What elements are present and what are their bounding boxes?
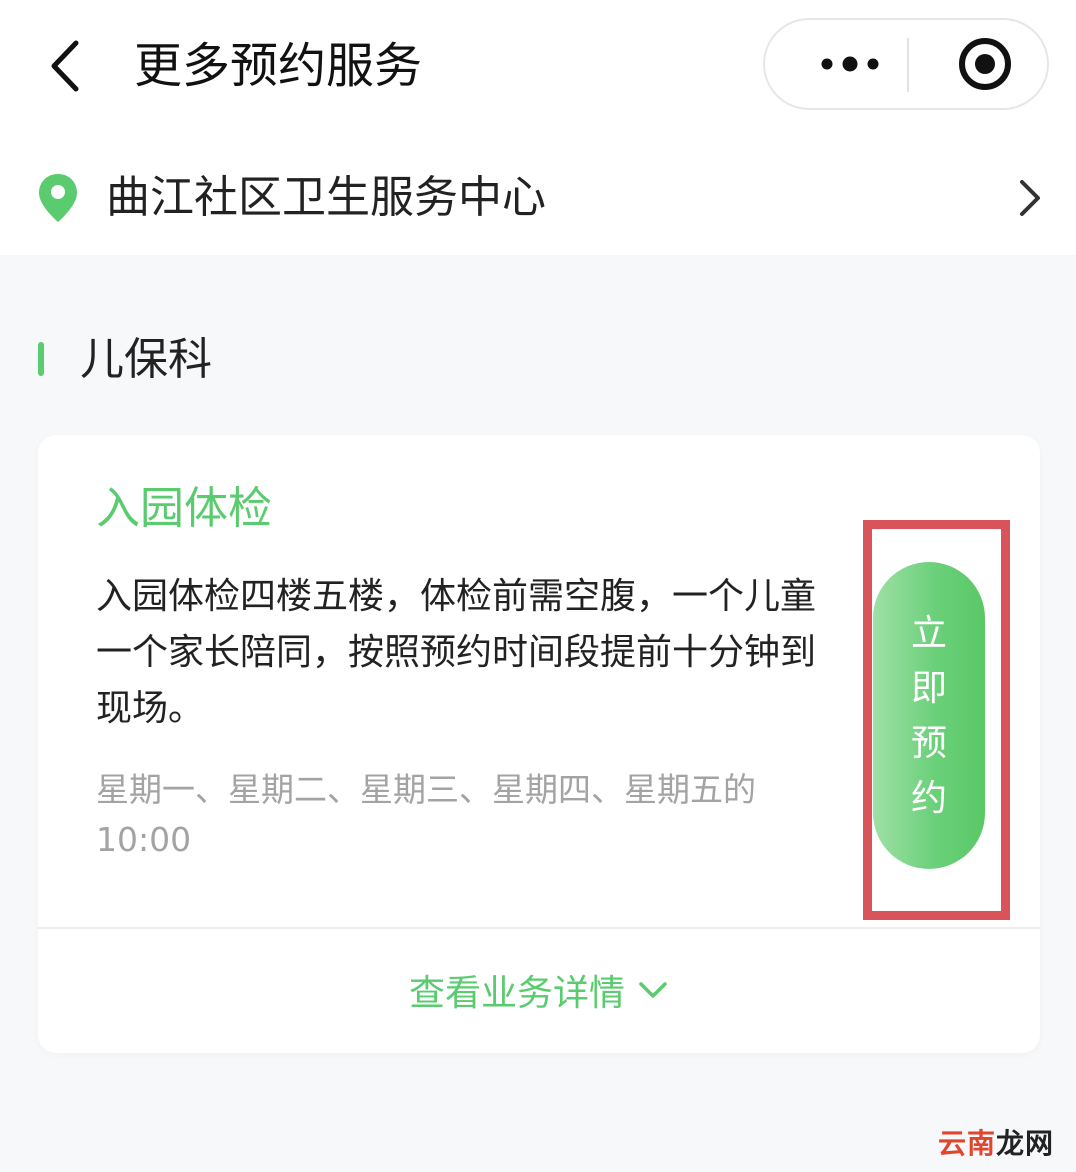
service-title: 入园体检 <box>96 483 272 534</box>
department-label: 儿保科 <box>80 334 212 385</box>
back-button[interactable] <box>40 36 90 96</box>
book-now-label: 立即预约 <box>910 612 947 819</box>
chevron-left-icon <box>51 40 79 92</box>
service-schedule: 星期一、星期二、星期三、星期四、星期五的 10:00 <box>96 770 756 859</box>
more-dots-icon <box>821 56 879 72</box>
location-name: 曲江社区卫生服务中心 <box>106 172 546 223</box>
view-details-label: 查看业务详情 <box>408 973 625 1014</box>
navigation-bar: 更多预约服务 <box>0 0 1076 130</box>
service-description: 入园体检四楼五楼，体检前需空腹，一个儿童一个家长陪同，按照预约时间段提前十分钟到… <box>96 576 817 729</box>
watermark-logo: 云南龙网 <box>938 1127 1055 1160</box>
capsule-divider <box>907 38 909 92</box>
view-details-link[interactable]: 查看业务详情 <box>38 935 1040 1045</box>
mini-program-capsule <box>763 18 1049 110</box>
more-button[interactable] <box>795 20 905 108</box>
card-divider <box>38 927 1040 929</box>
location-selector[interactable]: 曲江社区卫生服务中心 <box>0 130 1076 255</box>
location-pin-icon <box>39 174 77 222</box>
chevron-down-icon <box>639 982 667 998</box>
record-icon <box>959 38 1011 90</box>
service-card: 入园体检 入园体检四楼五楼，体检前需空腹，一个儿童一个家长陪同，按照预约时间段提… <box>38 435 1040 1053</box>
book-now-button[interactable]: 立即预约 <box>873 562 985 869</box>
section-accent-bar <box>38 342 44 376</box>
department-section-header: 儿保科 <box>0 320 1076 400</box>
chevron-right-icon <box>1020 180 1040 216</box>
close-mini-program-button[interactable] <box>941 20 1029 108</box>
page-title: 更多预约服务 <box>134 38 423 94</box>
